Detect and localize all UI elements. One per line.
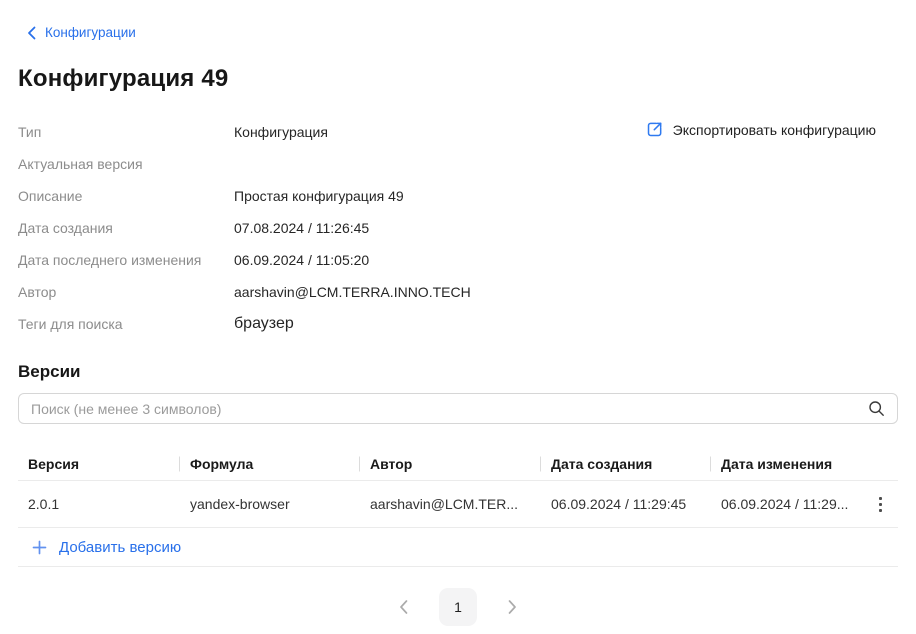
back-link-configurations[interactable]: Конфигурации bbox=[27, 25, 136, 40]
cell-created: 06.09.2024 / 11:29:45 bbox=[541, 496, 711, 512]
versions-section-title: Версии bbox=[18, 362, 80, 382]
page-title: Конфигурация 49 bbox=[18, 65, 228, 93]
detail-value: aarshavin@LCM.TERRA.INNO.TECH bbox=[234, 284, 471, 300]
header-modified: Дата изменения bbox=[711, 448, 862, 480]
detail-row-author: Автор aarshavin@LCM.TERRA.INNO.TECH bbox=[18, 276, 898, 308]
detail-label: Теги для поиска bbox=[18, 316, 234, 332]
versions-search-input[interactable] bbox=[31, 401, 868, 417]
configuration-details: Тип Конфигурация Актуальная версия Описа… bbox=[18, 116, 898, 340]
plus-icon bbox=[32, 540, 47, 555]
detail-label: Дата последнего изменения bbox=[18, 252, 234, 268]
cell-modified: 06.09.2024 / 11:29... bbox=[711, 496, 862, 512]
chevron-left-icon bbox=[27, 26, 36, 40]
detail-row-actual-version: Актуальная версия bbox=[18, 148, 898, 180]
detail-value: Простая конфигурация 49 bbox=[234, 188, 404, 204]
add-version-button[interactable]: Добавить версию bbox=[18, 528, 898, 567]
detail-label: Актуальная версия bbox=[18, 156, 234, 172]
versions-search-box bbox=[18, 393, 898, 424]
detail-row-type: Тип Конфигурация bbox=[18, 116, 898, 148]
detail-label: Описание bbox=[18, 188, 234, 204]
detail-label: Дата создания bbox=[18, 220, 234, 236]
detail-row-search-tags: Теги для поиска браузер bbox=[18, 308, 898, 340]
back-link-label: Конфигурации bbox=[45, 25, 136, 40]
detail-value: 07.08.2024 / 11:26:45 bbox=[234, 220, 369, 236]
header-created: Дата создания bbox=[541, 448, 711, 480]
cell-author: aarshavin@LCM.TER... bbox=[360, 496, 541, 512]
versions-table: Версия Формула Автор Дата создания Дата … bbox=[18, 448, 898, 567]
header-formula: Формула bbox=[180, 448, 360, 480]
header-actions bbox=[862, 448, 898, 480]
cell-formula: yandex-browser bbox=[180, 496, 360, 512]
pagination-prev-icon[interactable] bbox=[394, 595, 413, 619]
cell-version: 2.0.1 bbox=[18, 496, 180, 512]
add-version-label: Добавить версию bbox=[59, 539, 181, 556]
detail-row-modified-date: Дата последнего изменения 06.09.2024 / 1… bbox=[18, 244, 898, 276]
version-table-row[interactable]: 2.0.1 yandex-browser aarshavin@LCM.TER..… bbox=[18, 481, 898, 528]
detail-value-tag: браузер bbox=[234, 315, 294, 333]
detail-row-description: Описание Простая конфигурация 49 bbox=[18, 180, 898, 212]
detail-value: Конфигурация bbox=[234, 124, 328, 140]
detail-label: Тип bbox=[18, 124, 234, 140]
detail-label: Автор bbox=[18, 284, 234, 300]
configuration-detail-page: Конфигурации Конфигурация 49 Экспортиров… bbox=[0, 0, 916, 634]
detail-value: 06.09.2024 / 11:05:20 bbox=[234, 252, 369, 268]
header-version: Версия bbox=[18, 448, 180, 480]
detail-row-created-date: Дата создания 07.08.2024 / 11:26:45 bbox=[18, 212, 898, 244]
pagination-next-icon[interactable] bbox=[503, 595, 522, 619]
search-icon[interactable] bbox=[868, 400, 885, 417]
pagination: 1 bbox=[0, 588, 916, 626]
versions-table-header: Версия Формула Автор Дата создания Дата … bbox=[18, 448, 898, 481]
pagination-current-page[interactable]: 1 bbox=[439, 588, 477, 626]
header-author: Автор bbox=[360, 448, 541, 480]
row-actions-kebab-icon[interactable] bbox=[873, 491, 888, 518]
